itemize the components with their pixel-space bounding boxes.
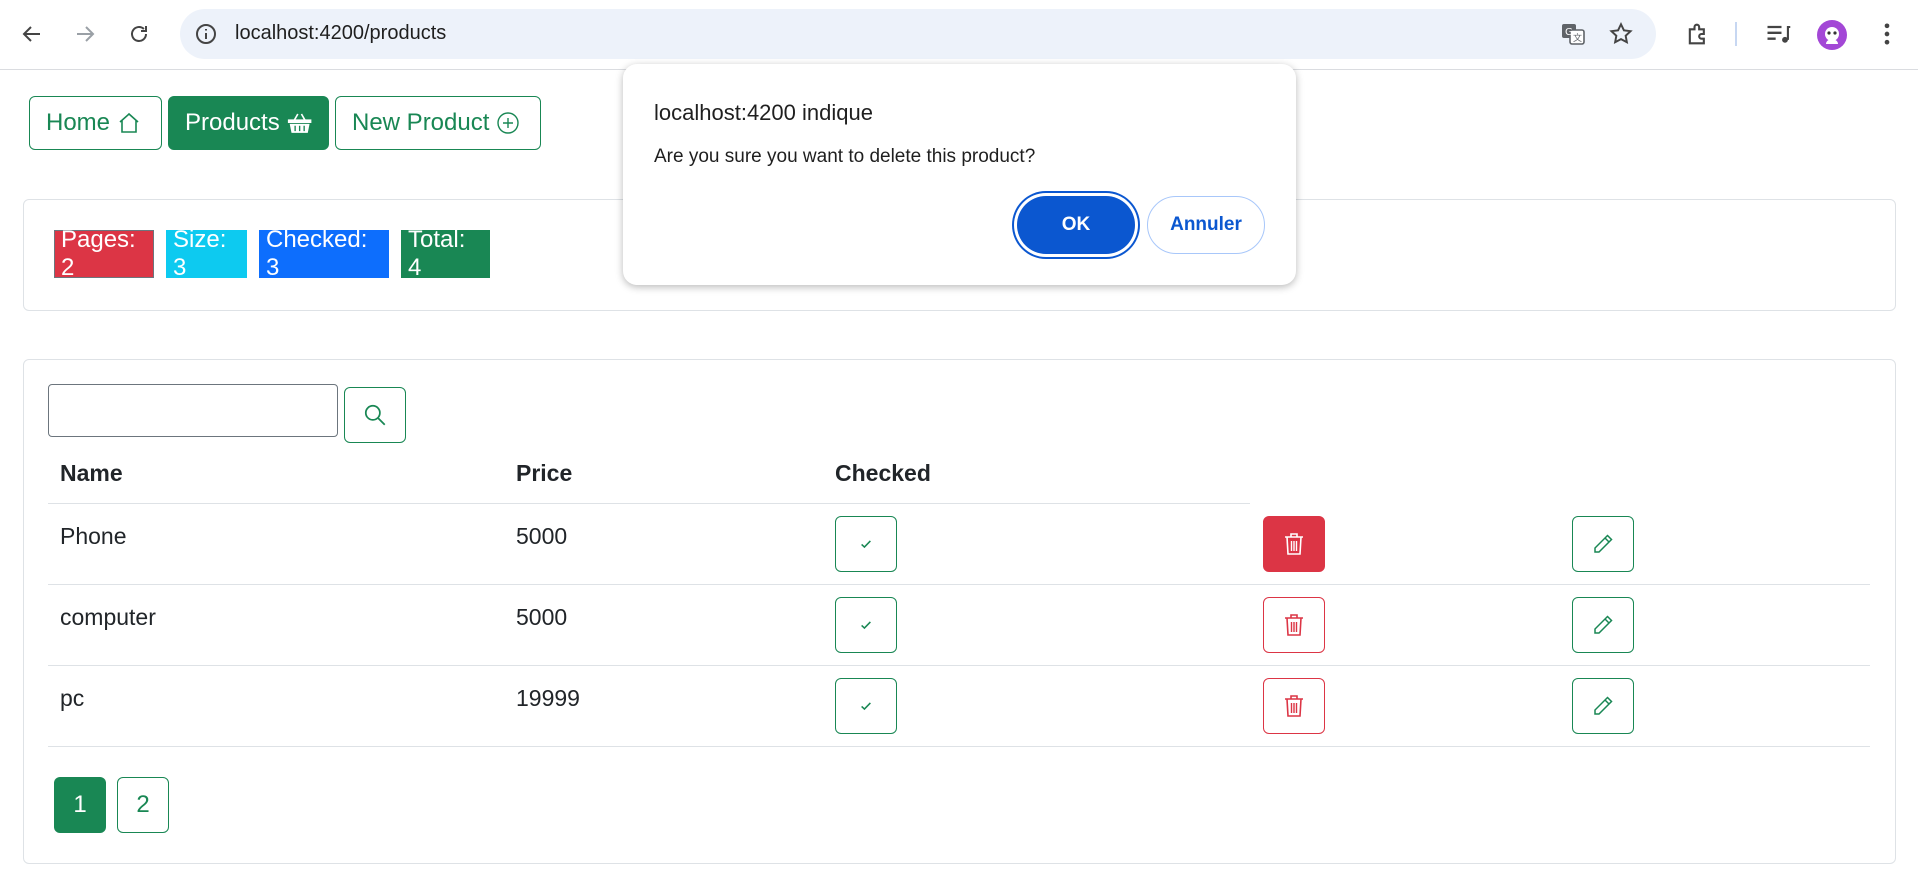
pencil-icon xyxy=(1594,534,1613,553)
search-input[interactable] xyxy=(48,384,338,437)
ok-button[interactable]: OK xyxy=(1017,196,1135,254)
reload-icon xyxy=(131,26,147,42)
toolbar-separator xyxy=(1735,22,1737,46)
row-2-name: computer xyxy=(60,604,156,630)
site-info-icon[interactable] xyxy=(194,22,218,46)
extensions-icon[interactable] xyxy=(1684,20,1712,48)
row-1-price: 5000 xyxy=(516,523,568,549)
row-1-delete-button[interactable] xyxy=(1263,516,1325,572)
basket-icon xyxy=(287,113,312,133)
row-3-delete-button[interactable] xyxy=(1263,678,1325,734)
page-button-1[interactable]: 1 xyxy=(54,777,106,833)
row-2-edit-button[interactable] xyxy=(1572,597,1634,653)
more-menu-icon[interactable] xyxy=(1873,20,1901,48)
header-checked: Checked xyxy=(835,460,931,486)
trash-icon xyxy=(1285,614,1303,636)
dialog-message: Are you sure you want to delete this pro… xyxy=(654,146,1036,167)
pages-badge: Pages: 2 xyxy=(54,226,154,281)
search-icon xyxy=(364,404,386,426)
trash-icon xyxy=(1285,695,1303,717)
home-button[interactable]: Home xyxy=(29,96,162,150)
forward-icon xyxy=(77,26,95,42)
search-button[interactable] xyxy=(344,387,406,443)
back-icon xyxy=(22,26,40,42)
svg-text:文: 文 xyxy=(1573,32,1582,44)
bookmark-star-icon[interactable] xyxy=(1608,21,1634,47)
header-price: Price xyxy=(516,460,573,486)
home-label: Home xyxy=(46,109,111,136)
row-divider xyxy=(48,584,1870,585)
row-divider xyxy=(48,665,1870,666)
total-badge: Total: 4 xyxy=(401,226,490,281)
check-icon xyxy=(861,621,871,630)
svg-text:G: G xyxy=(1565,27,1573,38)
plus-circle-icon xyxy=(497,112,520,134)
row-2-delete-button[interactable] xyxy=(1263,597,1325,653)
row-1-name: Phone xyxy=(60,523,127,549)
row-divider xyxy=(48,746,1870,747)
pencil-icon xyxy=(1594,696,1613,715)
checked-badge: Checked: 3 xyxy=(259,226,389,281)
avatar-icon xyxy=(1825,27,1839,44)
header-name: Name xyxy=(60,460,123,486)
translate-icon[interactable]: G文 xyxy=(1560,21,1586,47)
products-button[interactable]: Products xyxy=(168,96,329,150)
back-button[interactable] xyxy=(12,14,52,54)
url-text[interactable]: localhost:4200/products xyxy=(235,22,446,45)
media-control-icon[interactable] xyxy=(1764,20,1792,48)
address-bar[interactable]: localhost:4200/products G文 xyxy=(180,9,1656,59)
pencil-icon xyxy=(1594,615,1613,634)
house-icon xyxy=(119,112,139,133)
page-button-2[interactable]: 2 xyxy=(117,777,169,833)
browser-toolbar: localhost:4200/products G文 xyxy=(0,0,1918,70)
dialog-title: localhost:4200 indique xyxy=(654,100,873,125)
row-3-name: pc xyxy=(60,685,85,711)
row-3-check-button[interactable] xyxy=(835,678,897,734)
row-2-check-button[interactable] xyxy=(835,597,897,653)
check-icon xyxy=(861,540,871,549)
profile-avatar[interactable] xyxy=(1817,20,1847,50)
new-product-label: New Product xyxy=(352,109,490,136)
trash-icon xyxy=(1285,533,1303,555)
cancel-button[interactable]: Annuler xyxy=(1147,196,1265,254)
row-1-check-button[interactable] xyxy=(835,516,897,572)
confirm-dialog: localhost:4200 indique Are you sure you … xyxy=(623,64,1296,285)
row-1-edit-button[interactable] xyxy=(1572,516,1634,572)
forward-button[interactable] xyxy=(65,14,105,54)
header-divider xyxy=(48,503,1250,504)
reload-button[interactable] xyxy=(119,14,159,54)
check-icon xyxy=(861,702,871,711)
new-product-button[interactable]: New Product xyxy=(335,96,541,150)
row-3-price: 19999 xyxy=(516,685,580,711)
products-label: Products xyxy=(185,109,280,136)
size-badge: Size: 3 xyxy=(166,226,247,281)
row-2-price: 5000 xyxy=(516,604,568,630)
row-3-edit-button[interactable] xyxy=(1572,678,1634,734)
